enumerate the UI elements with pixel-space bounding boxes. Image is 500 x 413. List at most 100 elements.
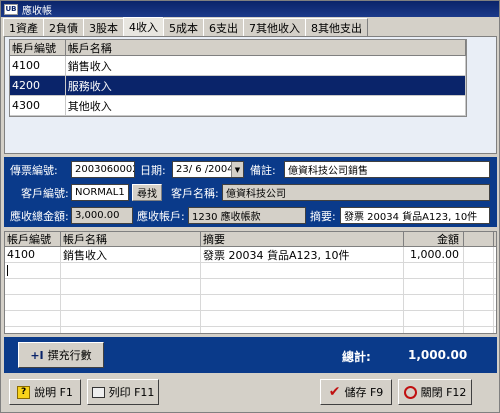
tab-equity[interactable]: 3股本	[83, 18, 124, 36]
print-button[interactable]: 列印 F11	[87, 379, 159, 405]
empty-cell[interactable]	[61, 295, 201, 310]
empty-cell[interactable]	[61, 327, 201, 333]
column-header-code[interactable]: 帳戶編號	[10, 40, 66, 55]
printer-icon	[91, 386, 105, 398]
tab-other-expense[interactable]: 8其他支出	[305, 18, 368, 36]
app-icon: UB	[4, 3, 18, 15]
table-row-selected[interactable]: 4200 服務收入	[10, 76, 466, 96]
table-row-empty[interactable]	[5, 327, 496, 333]
tab-cost[interactable]: 5成本	[163, 18, 204, 36]
empty-cell[interactable]	[61, 263, 201, 278]
text-cursor-cell[interactable]	[5, 263, 61, 278]
cell-summary[interactable]: 發票 20034 貨品A123, 10件	[201, 247, 404, 262]
help-button[interactable]: ? 說明 F1	[9, 379, 81, 405]
tab-expense[interactable]: 6支出	[203, 18, 244, 36]
tab-other-income[interactable]: 7其他收入	[243, 18, 306, 36]
tab-revenue[interactable]: 4收入	[123, 17, 164, 36]
grand-total-value: 1,000.00	[408, 348, 468, 362]
cell-code: 4200	[10, 76, 66, 95]
tab-liabilities[interactable]: 2負債	[43, 18, 84, 36]
close-button[interactable]: 關閉 F12	[398, 379, 472, 405]
column-header-code[interactable]: 帳戶編號	[5, 232, 61, 246]
remark-field[interactable]: 億資科技公司銷售	[284, 161, 490, 178]
fill-rows-label: 撰充行數	[47, 349, 92, 362]
cell-filler	[464, 263, 494, 278]
detail-grid-header: 帳戶編號 帳戶名稱 摘要 金額	[5, 232, 496, 247]
empty-cell[interactable]	[201, 327, 404, 333]
empty-cell[interactable]	[5, 295, 61, 310]
customer-code-field[interactable]: NORMAL1	[71, 184, 129, 201]
empty-cell[interactable]	[404, 263, 464, 278]
cell-filler	[464, 279, 494, 294]
chevron-down-icon[interactable]: ▼	[231, 162, 243, 177]
empty-cell[interactable]	[5, 327, 61, 333]
cell-filler	[464, 247, 494, 262]
empty-cell[interactable]	[404, 295, 464, 310]
customer-name-label: 客戶名稱:	[171, 187, 219, 200]
column-header-name[interactable]: 帳戶名稱	[66, 40, 466, 55]
customer-code-label: 客戶編號:	[21, 187, 69, 200]
table-row-empty[interactable]	[5, 295, 496, 311]
cell-code[interactable]: 4100	[5, 247, 61, 262]
table-row[interactable]: 4100 銷售收入	[10, 56, 466, 76]
account-grid-header: 帳戶編號 帳戶名稱	[10, 40, 466, 56]
total-receivable-label: 應收總金額:	[10, 210, 69, 223]
column-header-amount[interactable]: 金額	[404, 232, 464, 246]
text-cursor	[7, 265, 8, 276]
column-header-filler	[464, 232, 494, 246]
empty-cell[interactable]	[5, 279, 61, 294]
empty-cell[interactable]	[201, 263, 404, 278]
fill-rows-button[interactable]: +I 撰充行數	[18, 342, 104, 368]
title-bar: UB 應收帳	[1, 1, 499, 17]
empty-cell[interactable]	[201, 295, 404, 310]
table-row[interactable]: 4300 其他收入	[10, 96, 466, 116]
cell-name: 服務收入	[66, 76, 466, 95]
account-list-panel: 帳戶編號 帳戶名稱 4100 銷售收入 4200 服務收入 4300 其他收入	[4, 36, 497, 154]
cell-amount[interactable]: 1,000.00	[404, 247, 464, 262]
date-field[interactable]: 23/ 6 /2004 ▼	[172, 161, 244, 178]
checkmark-icon: ✔	[328, 384, 341, 400]
total-receivable-field: 3,000.00	[71, 207, 133, 224]
account-grid: 帳戶編號 帳戶名稱 4100 銷售收入 4200 服務收入 4300 其他收入	[9, 39, 467, 117]
close-label: 關閉 F12	[420, 386, 467, 399]
table-row-empty[interactable]	[5, 279, 496, 295]
action-bar: ? 說明 F1 列印 F11 ✔ 儲存 F9 關閉 F12	[4, 376, 497, 411]
close-icon	[403, 385, 417, 399]
receivable-account-field[interactable]: 1230 應收帳款	[188, 207, 306, 224]
column-header-name[interactable]: 帳戶名稱	[61, 232, 201, 246]
detail-grid: 帳戶編號 帳戶名稱 摘要 金額 4100 銷售收入 發票 20034 貨品A12…	[4, 231, 497, 334]
empty-cell[interactable]	[201, 311, 404, 326]
cell-filler	[464, 295, 494, 310]
table-row-empty[interactable]	[5, 311, 496, 327]
summary-field[interactable]: 發票 20034 貨品A123, 10件	[340, 207, 490, 224]
summary-label: 摘要:	[310, 210, 336, 223]
account-type-tabs: 1資產 2負債 3股本 4收入 5成本 6支出 7其他收入 8其他支出	[3, 17, 368, 36]
empty-cell[interactable]	[404, 311, 464, 326]
table-row-empty[interactable]	[5, 263, 496, 279]
fill-rows-icon: +I	[30, 348, 44, 362]
grand-total-label: 總計:	[342, 350, 371, 364]
voucher-form: 傳票編號: 2003060002 日期: 23/ 6 /2004 ▼ 備註: 億…	[4, 157, 497, 227]
empty-cell[interactable]	[201, 279, 404, 294]
cell-name[interactable]: 銷售收入	[61, 247, 201, 262]
window-title: 應收帳	[22, 5, 52, 17]
find-customer-button[interactable]: 尋找	[132, 184, 162, 201]
column-header-summary[interactable]: 摘要	[201, 232, 404, 246]
empty-cell[interactable]	[5, 311, 61, 326]
customer-name-field: 億資科技公司	[222, 184, 490, 201]
print-label: 列印 F11	[108, 386, 155, 399]
voucher-number-label: 傳票編號:	[10, 164, 58, 177]
help-icon: ?	[17, 385, 31, 399]
save-label: 儲存 F9	[344, 386, 384, 399]
save-button[interactable]: ✔ 儲存 F9	[320, 379, 392, 405]
voucher-number-field[interactable]: 2003060002	[71, 161, 135, 178]
date-value: 23/ 6 /2004	[176, 164, 234, 175]
cell-name: 其他收入	[66, 96, 466, 115]
totals-bar: +I 撰充行數 總計: 1,000.00	[4, 337, 497, 373]
table-row[interactable]: 4100 銷售收入 發票 20034 貨品A123, 10件 1,000.00	[5, 247, 496, 263]
empty-cell[interactable]	[404, 327, 464, 333]
empty-cell[interactable]	[61, 279, 201, 294]
tab-assets[interactable]: 1資產	[3, 18, 44, 36]
empty-cell[interactable]	[404, 279, 464, 294]
empty-cell[interactable]	[61, 311, 201, 326]
